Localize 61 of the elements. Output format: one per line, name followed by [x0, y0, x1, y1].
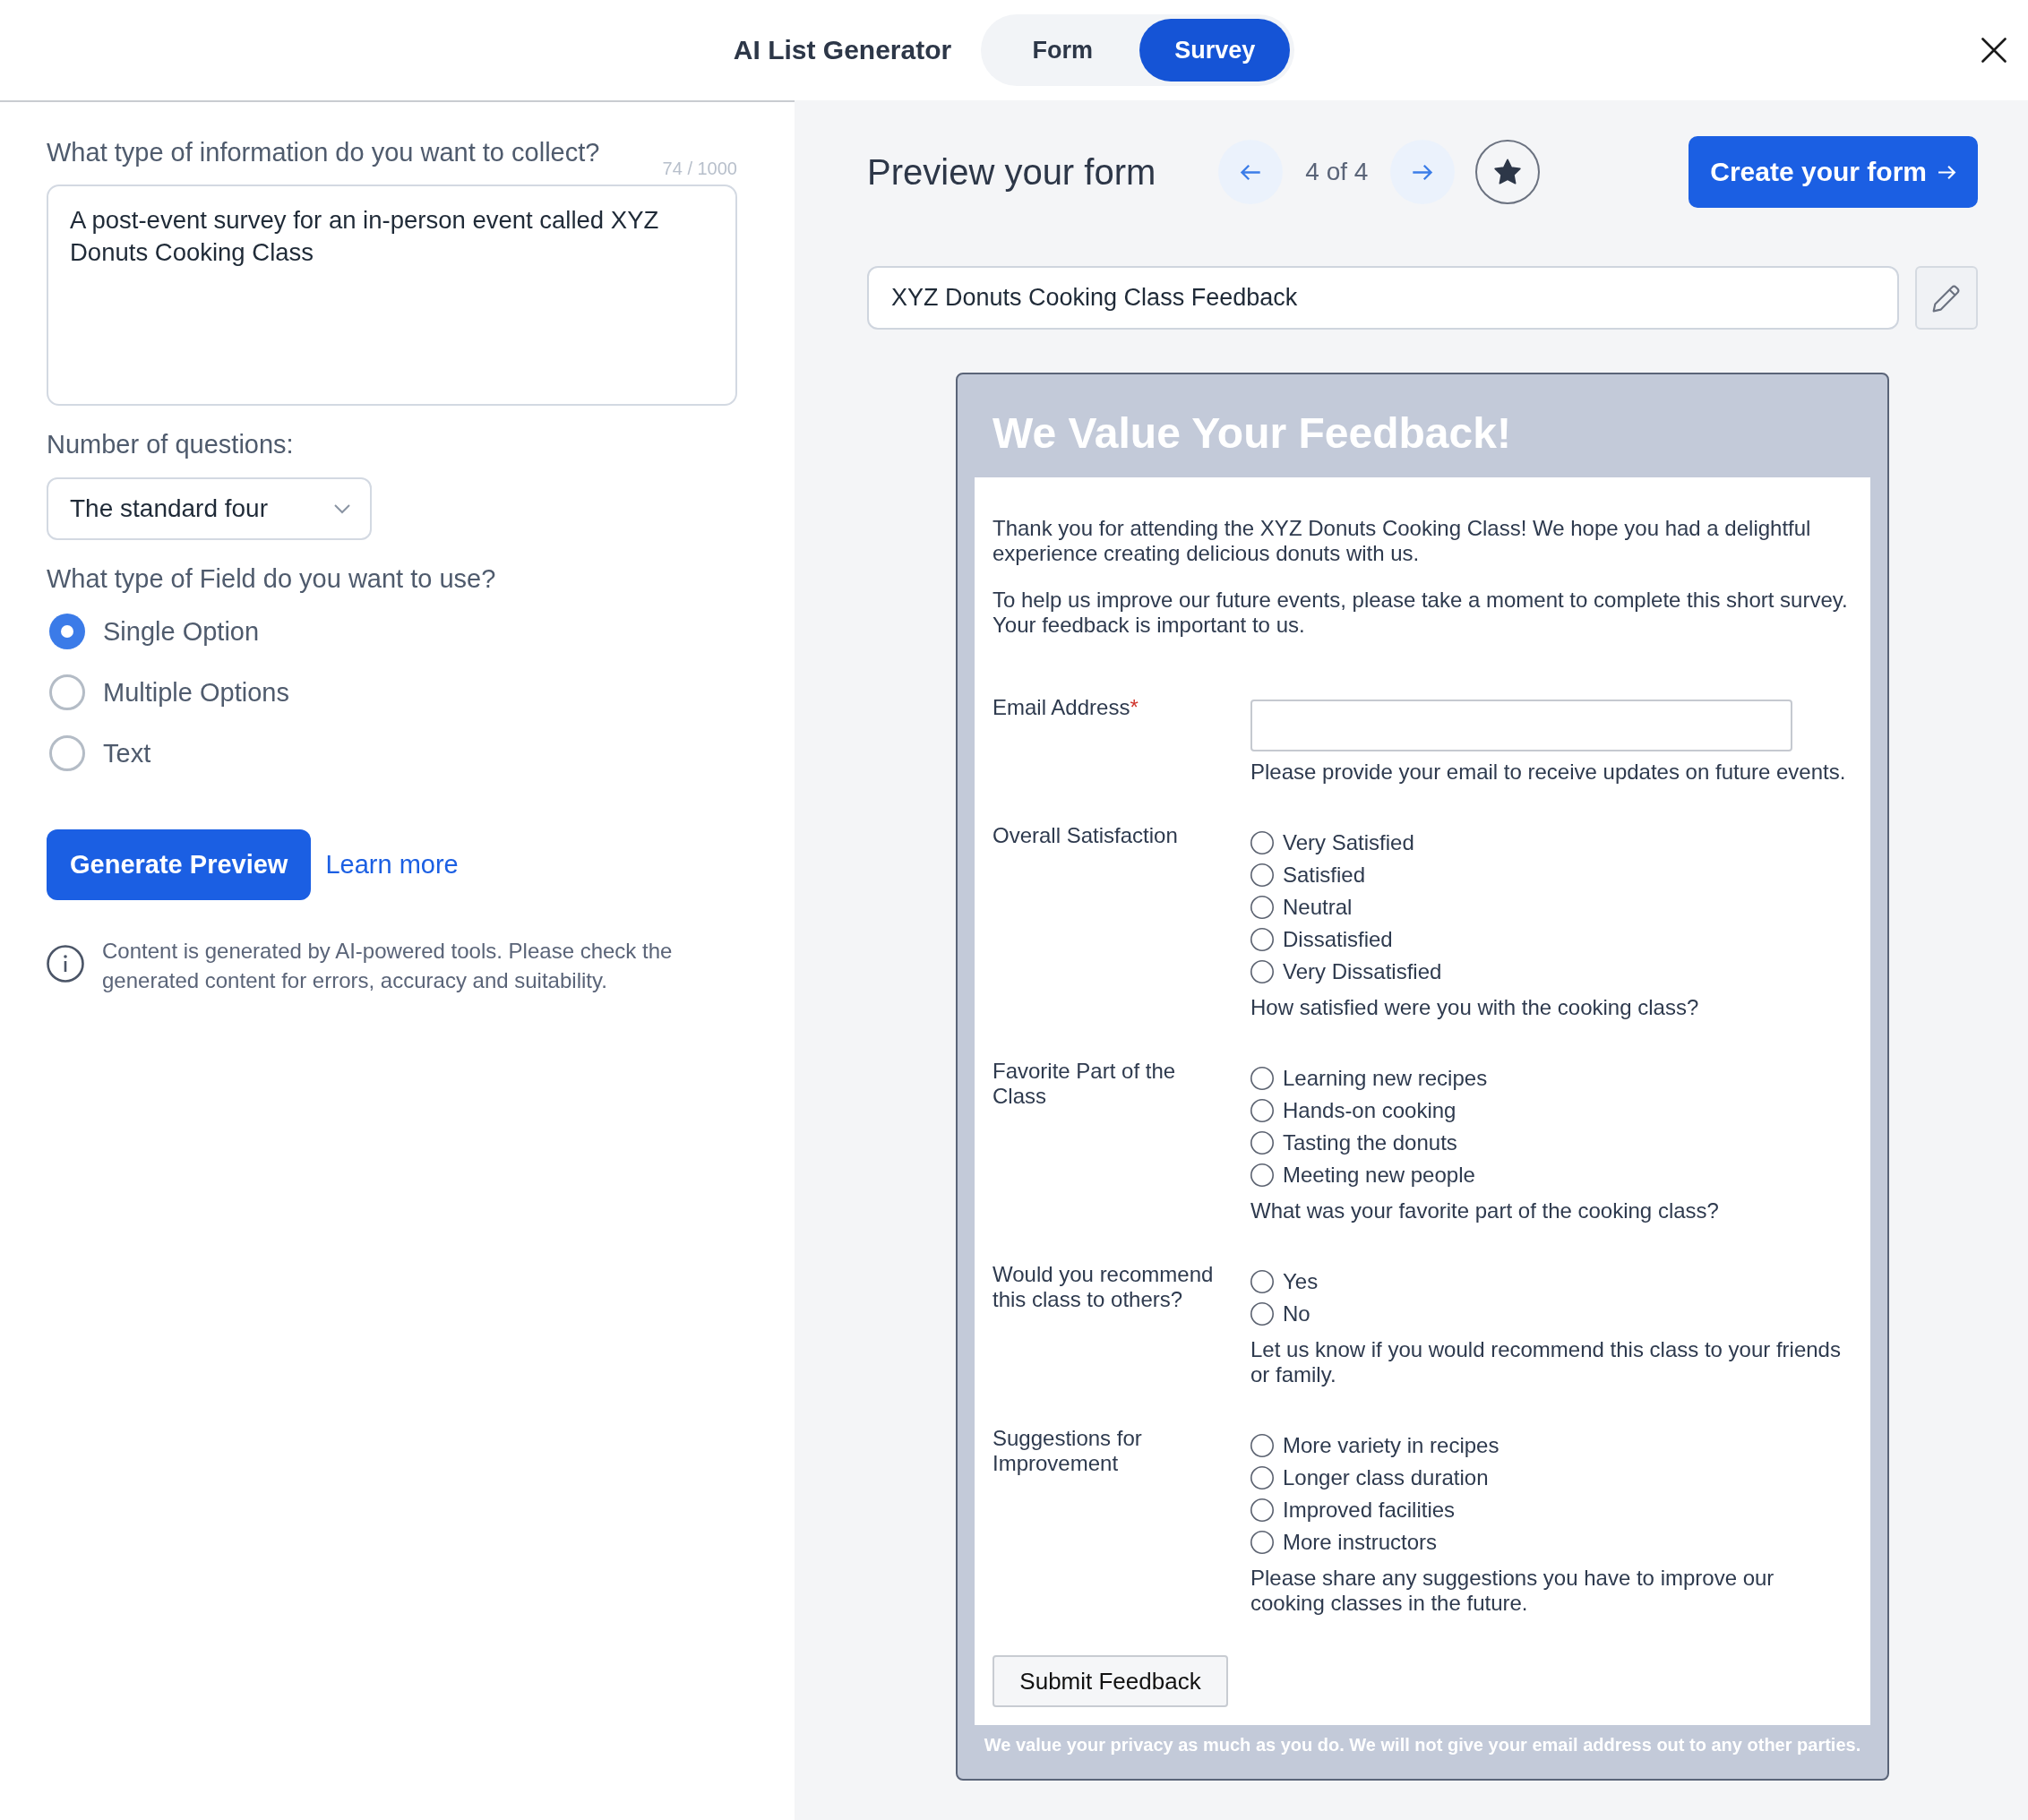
disclaimer-text: Content is generated by AI-powered tools. Please check the generated content for errors, accuracy and suitability. [102, 938, 674, 994]
field-type-radio[interactable]: Multiple Options [47, 674, 289, 710]
intro-text: To help us improve our future events, please take a moment to complete this short survey. Your feedback is important to us. [993, 588, 1849, 638]
answer-option[interactable]: Meeting new people [1250, 1159, 1488, 1191]
question-label: Suggestions for Improvement [993, 1426, 1142, 1475]
mode-tab[interactable]: Survey [1139, 19, 1291, 82]
star-icon [1493, 158, 1523, 186]
description-field[interactable]: A post-event survey for an in-person event called XYZ Donuts Cooking Class [47, 185, 737, 406]
generate-preview-button[interactable]: Generate Preview [47, 829, 312, 900]
field-label: What type of information do you want to collect? [47, 137, 600, 168]
question-label: Would you recommend this class to others? [993, 1262, 1214, 1311]
field-type-radio[interactable]: Single Option [47, 614, 289, 649]
arrow-right-icon [1412, 163, 1434, 181]
close-icon[interactable] [1981, 38, 2007, 63]
submit-button[interactable]: Submit Feedback [993, 1655, 1228, 1707]
answer-option[interactable]: Very Dissatisfied [1250, 956, 1442, 988]
field-label: Number of questions: [47, 429, 294, 459]
star-button[interactable] [1475, 140, 1541, 204]
help-text: Please provide your email to receive updates on future events. [1250, 760, 1846, 785]
field-label: What type of Field do you want to use? [47, 563, 496, 594]
learn-more-link[interactable]: Learn more [325, 850, 459, 880]
question-label: Favorite Part of the Class [993, 1059, 1176, 1108]
answer-option[interactable]: Learning new recipes [1250, 1062, 1488, 1095]
email-field[interactable] [1250, 700, 1792, 751]
answer-option[interactable]: Longer class duration [1250, 1462, 1500, 1494]
mode-tab[interactable]: Form [985, 19, 1140, 82]
app-title: AI List Generator [733, 35, 952, 65]
create-form-button[interactable]: Create your form [1689, 136, 1978, 208]
field-type-radio[interactable]: Text [47, 735, 289, 771]
answer-option[interactable]: Hands-on cooking [1250, 1095, 1488, 1127]
answer-option[interactable]: Very Satisfied [1250, 827, 1442, 859]
answer-option[interactable]: Neutral [1250, 891, 1442, 923]
question-label: Overall Satisfaction [993, 823, 1178, 847]
pager-text: 4 of 4 [1305, 158, 1369, 186]
answer-option[interactable]: Improved facilities [1250, 1494, 1500, 1526]
question-label: Email Address [993, 695, 1130, 719]
form-title-field[interactable]: XYZ Donuts Cooking Class Feedback [867, 266, 1899, 330]
edit-button[interactable] [1915, 266, 1978, 330]
answer-option[interactable]: Yes [1250, 1266, 1319, 1298]
pencil-icon [1931, 282, 1962, 313]
help-text: What was your favorite part of the cooking class? [1250, 1198, 1719, 1223]
character-counter: 74 / 1000 [662, 158, 737, 180]
intro-text: Thank you for attending the XYZ Donuts Cooking Class! We hope you had a delightful experience creating delicious donuts with us. [993, 516, 1812, 566]
required-mark: * [1130, 695, 1139, 719]
answer-option[interactable]: Tasting the donuts [1250, 1127, 1488, 1159]
chevron-icon [334, 503, 350, 514]
help-text: How satisfied were you with the cooking class? [1250, 995, 1699, 1020]
help-text: Let us know if you would recommend this class to your friends or family. [1250, 1337, 1842, 1387]
answer-option[interactable]: More instructors [1250, 1526, 1500, 1558]
answer-option[interactable]: No [1250, 1298, 1319, 1330]
info-icon [47, 945, 84, 983]
answer-option[interactable]: More variety in recipes [1250, 1429, 1500, 1462]
preview-heading: Preview your form [867, 151, 1156, 193]
form-heading: We Value Your Feedback! [992, 408, 1512, 459]
answer-option[interactable]: Satisfied [1250, 859, 1442, 891]
arrow-left-icon [1240, 163, 1262, 181]
privacy-note: We value your privacy as much as you do. We will not give your email address out to any other parties. [983, 1734, 1862, 1756]
question-count-select[interactable]: The standard four [47, 477, 372, 540]
help-text: Please share any suggestions you have to improve our cooking classes in the future. [1250, 1566, 1775, 1616]
answer-option[interactable]: Dissatisfied [1250, 923, 1442, 956]
arrow-right-icon [1938, 164, 1956, 180]
